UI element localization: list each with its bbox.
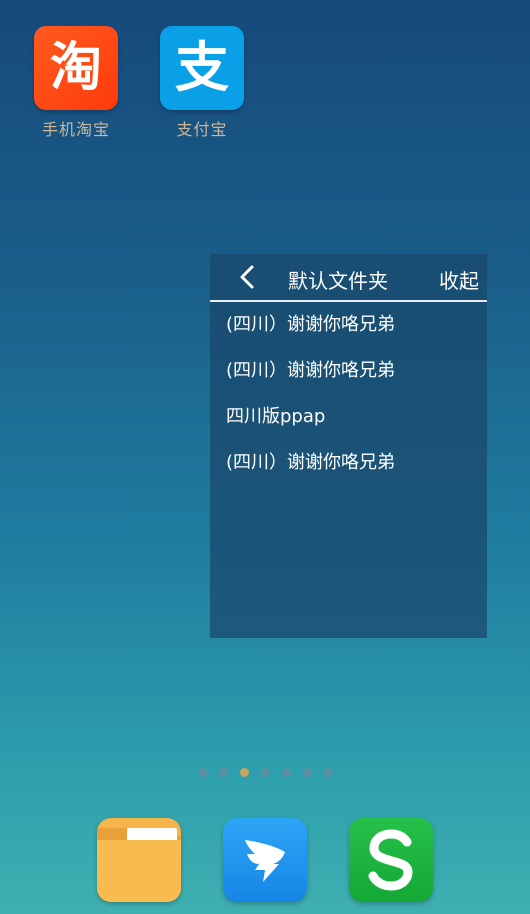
taobao-glyph: 淘 <box>49 38 102 98</box>
chevron-left-icon <box>240 265 254 289</box>
dock-app-wps[interactable] <box>349 818 433 902</box>
folder-panel: 默认文件夹 收起 (四川）谢谢你咯兄弟 (四川）谢谢你咯兄弟 四川版ppap (… <box>210 254 487 638</box>
page-dot[interactable] <box>303 768 312 777</box>
page-dot[interactable] <box>219 768 228 777</box>
dock-app-dingtalk[interactable] <box>223 818 307 902</box>
page-dot[interactable] <box>324 768 333 777</box>
page-dot[interactable] <box>198 768 207 777</box>
taobao-icon: 淘 <box>34 26 118 110</box>
dingtalk-icon <box>245 840 285 882</box>
app-alipay[interactable]: 支 支付宝 <box>157 26 247 140</box>
collapse-button[interactable]: 收起 <box>439 265 479 294</box>
folder-item-list: (四川）谢谢你咯兄弟 (四川）谢谢你咯兄弟 四川版ppap (四川）谢谢你咯兄弟 <box>210 302 487 486</box>
page-indicator <box>198 768 333 777</box>
dock-app-file-manager[interactable] <box>97 818 181 902</box>
list-item[interactable]: (四川）谢谢你咯兄弟 <box>210 302 487 348</box>
app-label-taobao: 手机淘宝 <box>41 120 110 139</box>
list-item[interactable]: (四川）谢谢你咯兄弟 <box>210 348 487 394</box>
alipay-glyph: 支 <box>175 36 229 99</box>
back-button[interactable] <box>238 265 258 289</box>
file-manager-icon <box>97 828 181 902</box>
wps-icon <box>368 829 413 891</box>
app-taobao[interactable]: 淘 手机淘宝 <box>31 26 121 140</box>
page-dot[interactable] <box>282 768 291 777</box>
page-dot-active[interactable] <box>240 768 249 777</box>
folder-panel-header: 默认文件夹 收起 <box>210 254 487 302</box>
alipay-icon: 支 <box>160 26 244 110</box>
folder-title: 默认文件夹 <box>288 269 388 293</box>
list-item[interactable]: (四川）谢谢你咯兄弟 <box>210 440 487 486</box>
page-dot[interactable] <box>261 768 270 777</box>
app-label-alipay: 支付宝 <box>176 120 228 139</box>
list-item[interactable]: 四川版ppap <box>210 394 487 440</box>
